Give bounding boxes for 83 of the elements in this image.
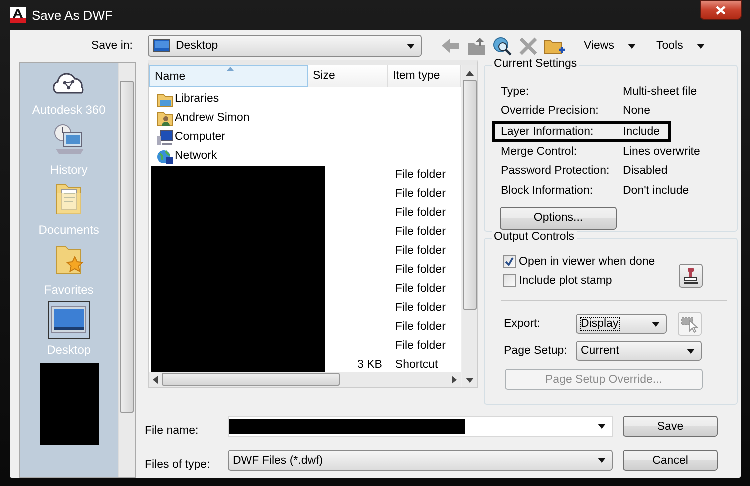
setting-value: None (623, 105, 650, 118)
checkbox-option[interactable]: Open in viewer when done (503, 255, 679, 268)
type-cell-text: File folder (394, 168, 447, 183)
type-cell-text: File folder (394, 339, 447, 354)
globe-search-icon (492, 36, 512, 56)
setting-value: Lines overwrite (623, 146, 700, 158)
caret-icon (652, 322, 660, 326)
setting-label: Merge Control: (501, 146, 578, 158)
caret-icon (628, 44, 636, 48)
monitor-icon (51, 306, 88, 334)
desktop-icon (153, 39, 171, 53)
type-cell-text: File folder (394, 320, 447, 335)
file-name-cell[interactable]: Libraries (149, 90, 308, 109)
window-title: Save As DWF (32, 8, 113, 22)
menu-button[interactable]: Tools (652, 38, 710, 54)
type-cell-text: File folder (394, 301, 447, 316)
save-in-dropdown[interactable]: Desktop (148, 35, 422, 57)
computer-clock-icon (52, 123, 86, 157)
type-cell-text: File folder (394, 187, 447, 202)
type-cell-text: File folder (394, 225, 447, 240)
window-cursor-icon (681, 315, 699, 333)
setting-label: Override Precision: (501, 105, 600, 118)
select-window-button[interactable] (678, 312, 702, 336)
folder-up-icon (466, 36, 486, 56)
scrollbar[interactable] (461, 65, 477, 387)
file-type-label: Files of type: (145, 458, 212, 470)
setting-value: Don't include (623, 184, 690, 197)
cancel-button[interactable]: Cancel (623, 450, 718, 471)
caret-icon (697, 44, 706, 48)
scroll-left-icon (153, 376, 158, 384)
column-header[interactable]: Size (308, 65, 388, 87)
checkbox-option[interactable]: Include plot stamp (503, 274, 679, 287)
file-name-cell[interactable]: Computer (149, 128, 308, 147)
menu-button[interactable]: Views (580, 38, 640, 54)
export-dropdown[interactable]: Display (576, 314, 667, 334)
caret-icon (687, 348, 695, 354)
delete-icon (518, 36, 538, 56)
page-setup-dropdown[interactable]: Current (576, 341, 702, 361)
type-cell-text: Shortcut (394, 358, 440, 372)
scroll-up-icon (466, 71, 474, 76)
type-cell-text: File folder (394, 244, 447, 259)
scroll-right-icon (452, 376, 457, 384)
caret-icon (598, 424, 606, 429)
sort-arrow-icon (227, 67, 234, 71)
page-setup-label: Page Setup: (504, 345, 568, 357)
scrollbar[interactable] (149, 372, 461, 387)
computer-icon (157, 130, 173, 146)
scrollbar[interactable] (118, 63, 135, 477)
setting-value: Multi-sheet file (623, 86, 698, 98)
file-name-label: File name: (145, 424, 200, 436)
setting-value: Include (623, 126, 660, 138)
setting-label: Block Information: (501, 184, 594, 197)
export-label: Export: (504, 318, 542, 330)
file-name-cell[interactable]: Andrew Simon (149, 109, 308, 128)
file-name-cell[interactable]: Network (149, 147, 308, 166)
group-title: Current Settings (492, 58, 580, 70)
options-button[interactable]: Options... (500, 206, 617, 230)
stamp-button[interactable] (679, 264, 703, 288)
library-folder-icon (157, 92, 173, 108)
type-cell-text: File folder (394, 282, 447, 297)
close-button[interactable] (700, 0, 742, 20)
save-in-label: Save in: (90, 40, 133, 52)
column-header[interactable]: Name (149, 65, 308, 87)
stamp-icon (683, 267, 699, 285)
type-cell-text: File folder (394, 206, 447, 221)
caret-icon (407, 44, 415, 48)
check-icon (505, 257, 514, 266)
app-icon (10, 7, 26, 23)
setting-label: Type: (501, 86, 530, 98)
group-title: Output Controls (492, 231, 577, 243)
caret-icon (598, 458, 606, 463)
setting-label: Layer Information: (501, 126, 595, 138)
size-cell-text: 3 KB (356, 358, 384, 372)
network-icon (157, 148, 173, 164)
file-name-field[interactable] (228, 416, 613, 437)
user-folder-icon (157, 110, 173, 126)
scroll-down-icon (466, 378, 474, 383)
setting-label: Password Protection: (501, 165, 611, 178)
type-cell-text: File folder (394, 263, 447, 278)
close-icon (716, 6, 726, 14)
file-type-dropdown[interactable]: DWF Files (*.dwf) (228, 450, 613, 471)
save-button[interactable]: Save (623, 416, 718, 437)
setting-value: Disabled (623, 165, 668, 178)
